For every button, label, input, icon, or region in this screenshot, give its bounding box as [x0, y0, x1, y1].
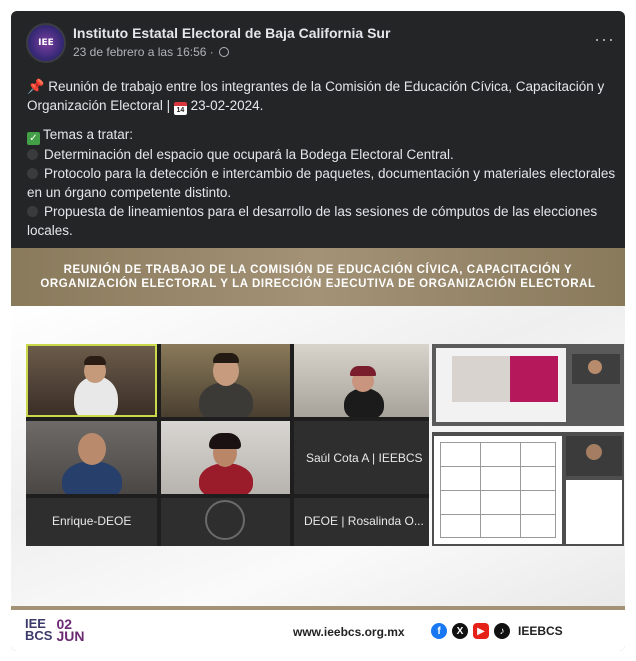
- topics-heading: ✓ Temas a tratar:: [27, 125, 617, 145]
- post-text: 📌 Reunión de trabajo entre los integrant…: [27, 77, 617, 240]
- participant-tile: [294, 344, 429, 417]
- page-name-link[interactable]: Instituto Estatal Electoral de Baja Cali…: [73, 25, 390, 41]
- screen-share-document: [432, 432, 624, 546]
- globe-icon: [219, 47, 230, 57]
- participant-name: DEOE | Rosalinda O...: [304, 514, 424, 528]
- participant-name: Saúl Cota A | IEEBCS: [306, 451, 423, 465]
- youtube-icon: ▶: [473, 623, 489, 639]
- participant-tile: Enrique-DEOE: [26, 498, 157, 546]
- check-mark-icon: ✓: [27, 132, 40, 145]
- participant-tile: [161, 344, 290, 417]
- topic-item: Protocolo para la detección e intercambi…: [27, 166, 616, 200]
- pushpin-icon: 📌: [27, 78, 45, 94]
- intro-paragraph: 📌 Reunión de trabajo entre los integrant…: [27, 78, 605, 115]
- topic-item: Propuesta de lineamientos para el desarr…: [27, 204, 598, 238]
- post-header: IEE Instituto Estatal Electoral de Baja …: [11, 11, 625, 63]
- social-icons: f X ▶ ♪ IEEBCS: [431, 623, 563, 639]
- participant-tile: [161, 498, 290, 546]
- video-call-grid: Saúl Cota A | IEEBCS Enrique-DEOE DEOE |…: [26, 344, 429, 546]
- social-handle: IEEBCS: [518, 624, 563, 638]
- logo-watermark-icon: [205, 500, 245, 540]
- more-options-icon[interactable]: ···: [594, 29, 615, 50]
- image-footer: IEE BCS 02 JUN www.ieebcs.org.mx f X ▶ ♪…: [11, 606, 625, 651]
- facebook-post: IEE Instituto Estatal Electoral de Baja …: [11, 11, 625, 651]
- black-circle-icon: [27, 206, 38, 217]
- participant-tile: [26, 344, 157, 417]
- website-url: www.ieebcs.org.mx: [293, 625, 405, 639]
- black-circle-icon: [27, 149, 38, 160]
- facebook-icon: f: [431, 623, 447, 639]
- post-image[interactable]: REUNIÓN DE TRABAJO DE LA COMISIÓN DE EDU…: [11, 248, 625, 651]
- image-banner: REUNIÓN DE TRABAJO DE LA COMISIÓN DE EDU…: [11, 248, 625, 306]
- screen-share-presentation: [432, 344, 624, 426]
- participant-tile: Saúl Cota A | IEEBCS: [294, 421, 429, 494]
- participant-tile: [26, 421, 157, 494]
- black-circle-icon: [27, 168, 38, 179]
- post-timestamp[interactable]: 23 de febrero a las 16:56 ·: [73, 45, 230, 59]
- calendar-icon: 14: [173, 102, 187, 115]
- participant-tile: DEOE | Rosalinda O...: [294, 498, 429, 546]
- ieebcs-logo: IEE BCS 02 JUN: [25, 616, 85, 644]
- topic-item: Determinación del espacio que ocupará la…: [27, 145, 617, 164]
- page-avatar[interactable]: IEE: [26, 23, 66, 63]
- participant-name: Enrique-DEOE: [52, 514, 132, 528]
- x-icon: X: [452, 623, 468, 639]
- participant-tile: [161, 421, 290, 494]
- tiktok-icon: ♪: [494, 623, 510, 639]
